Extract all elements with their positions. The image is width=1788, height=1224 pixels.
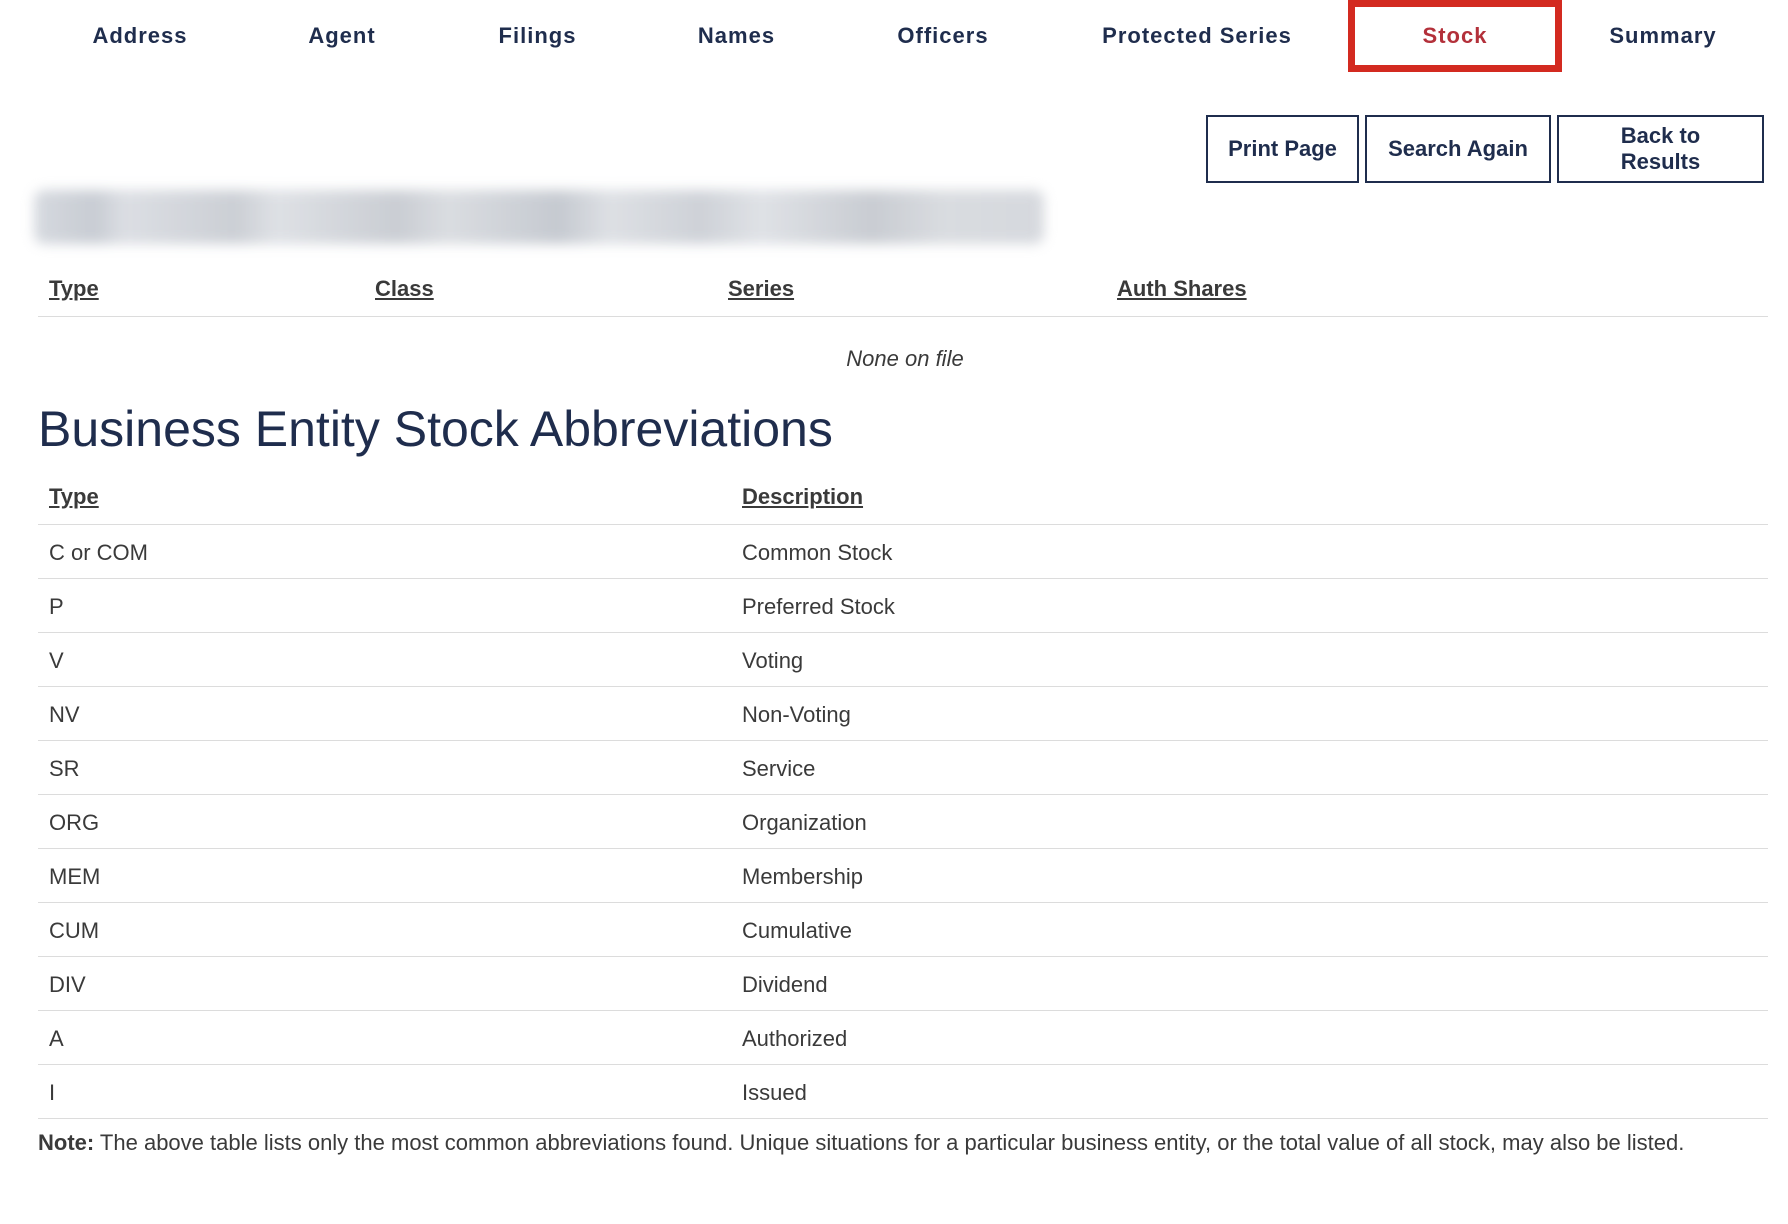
- abbreviation-description: Preferred Stock: [742, 594, 895, 619]
- abbreviation-description: Service: [742, 756, 816, 781]
- abbreviation-description: Authorized: [742, 1026, 848, 1051]
- table-row: MEM Membership: [38, 849, 1768, 903]
- table-row: DIV Dividend: [38, 957, 1768, 1011]
- abbreviation-description: Cumulative: [742, 918, 853, 943]
- abbreviations-note: Note: The above table lists only the mos…: [38, 1130, 1684, 1156]
- tab-officers[interactable]: Officers: [840, 0, 1046, 72]
- tab-names[interactable]: Names: [633, 0, 840, 72]
- table-row: A Authorized: [38, 1011, 1768, 1065]
- table-row: P Preferred Stock: [38, 579, 1768, 633]
- entity-nav-tabs: Address Agent Filings Names Officers Pro…: [38, 0, 1764, 72]
- back-to-results-button[interactable]: Back to Results: [1557, 115, 1764, 183]
- abbreviation-type: I: [49, 1080, 56, 1105]
- stock-empty-message: None on file: [846, 346, 964, 371]
- column-header-auth-shares[interactable]: Auth Shares: [1117, 276, 1247, 302]
- column-header-type[interactable]: Type: [49, 276, 99, 302]
- table-row: SR Service: [38, 741, 1768, 795]
- abbreviation-type: CUM: [49, 918, 100, 943]
- abbreviation-description: Non-Voting: [742, 702, 851, 727]
- tab-stock[interactable]: Stock: [1348, 0, 1562, 72]
- abbreviation-description: Common Stock: [742, 540, 893, 565]
- abbreviation-type: SR: [49, 756, 80, 781]
- table-row: NV Non-Voting: [38, 687, 1768, 741]
- abbreviation-type: C or COM: [49, 540, 148, 565]
- abbreviation-description: Organization: [742, 810, 867, 835]
- tab-summary[interactable]: Summary: [1562, 0, 1764, 72]
- tab-agent[interactable]: Agent: [242, 0, 442, 72]
- abbreviation-type: DIV: [49, 972, 86, 997]
- table-row: V Voting: [38, 633, 1768, 687]
- abbreviation-description: Membership: [742, 864, 864, 889]
- table-row: ORG Organization: [38, 795, 1768, 849]
- abbreviation-type: MEM: [49, 864, 101, 889]
- abbreviation-type: A: [49, 1026, 64, 1051]
- abbreviations-table: Type Description C or COM Common Stock P…: [38, 476, 1768, 1119]
- column-header-series[interactable]: Series: [728, 276, 794, 302]
- tab-filings[interactable]: Filings: [442, 0, 633, 72]
- tab-address[interactable]: Address: [38, 0, 242, 72]
- page: Address Agent Filings Names Officers Pro…: [0, 0, 1788, 1224]
- stock-table-header: Type Class Series Auth Shares: [38, 268, 1768, 317]
- column-header-class[interactable]: Class: [375, 276, 434, 302]
- abbreviation-type: NV: [49, 702, 80, 727]
- search-again-button[interactable]: Search Again: [1365, 115, 1551, 183]
- section-title: Business Entity Stock Abbreviations: [38, 401, 833, 457]
- table-row: I Issued: [38, 1065, 1768, 1119]
- tab-protected-series[interactable]: Protected Series: [1046, 0, 1348, 72]
- table-row: C or COM Common Stock: [38, 525, 1768, 579]
- abbreviations-table-header: Type Description: [38, 476, 1768, 525]
- column-header-type[interactable]: Type: [49, 484, 99, 510]
- note-text: The above table lists only the most comm…: [94, 1130, 1685, 1155]
- abbreviation-type: ORG: [49, 810, 100, 835]
- entity-name-redacted: [34, 190, 1044, 244]
- action-buttons: Print Page Search Again Back to Results: [1206, 115, 1764, 183]
- abbreviation-description: Voting: [742, 648, 804, 673]
- abbreviation-description: Issued: [742, 1080, 807, 1105]
- abbreviation-description: Dividend: [742, 972, 828, 997]
- print-page-button[interactable]: Print Page: [1206, 115, 1359, 183]
- table-row: CUM Cumulative: [38, 903, 1768, 957]
- column-header-description[interactable]: Description: [742, 484, 863, 510]
- abbreviation-type: V: [49, 648, 64, 673]
- abbreviation-type: P: [49, 594, 64, 619]
- note-label: Note:: [38, 1130, 95, 1155]
